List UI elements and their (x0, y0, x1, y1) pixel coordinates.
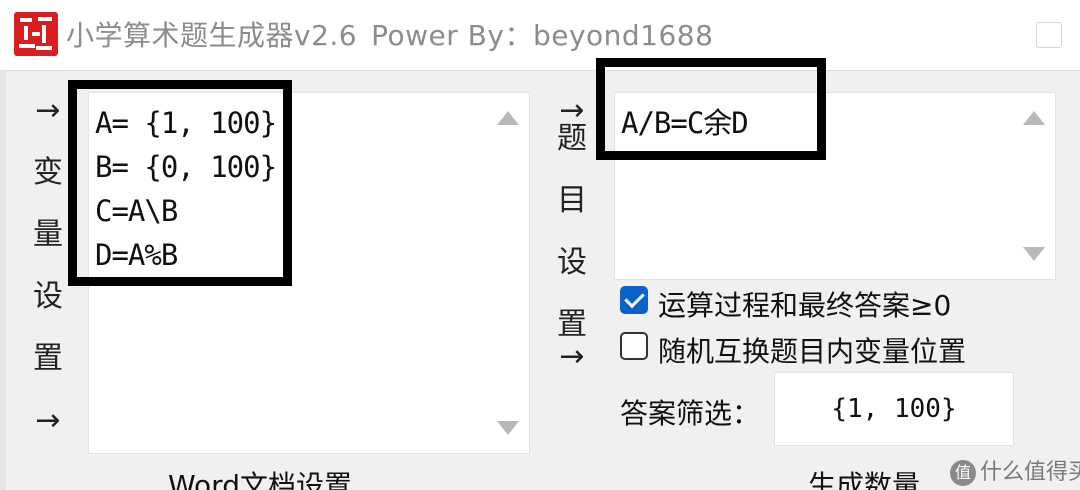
arrow-right-icon: → (559, 339, 585, 374)
app-logo-icon (14, 12, 58, 56)
swap-variables-checkbox[interactable] (620, 332, 648, 360)
nonnegative-checkbox[interactable] (620, 286, 648, 314)
watermark-logo-icon: 值 (950, 460, 976, 486)
arrow-right-icon: → (35, 93, 61, 128)
variables-vertical-label: → 变 量 设 置 → (28, 96, 68, 446)
answer-filter-input[interactable]: {1, 100} (774, 372, 1014, 446)
maximize-button[interactable] (1036, 22, 1062, 48)
scroll-down-arrow-icon[interactable] (1023, 247, 1045, 261)
answer-filter-label: 答案筛选： (620, 397, 761, 430)
power-by-text: Power By：beyond1688 (371, 19, 714, 52)
label-char: 置 (557, 307, 587, 342)
arrow-right-icon: → (35, 403, 61, 438)
word-settings-label: Word文档设置 (168, 469, 352, 490)
label-char: 设 (33, 279, 63, 314)
watermark-text: 什么值得买 (980, 460, 1080, 485)
variables-textarea[interactable]: A= {1, 100} B= {0, 100} C=A\B D=A%B (88, 92, 530, 454)
scroll-up-arrow-icon[interactable] (497, 111, 519, 125)
label-char: 置 (33, 341, 63, 376)
watermark: 值什么值得买 (950, 454, 1080, 486)
scroll-down-arrow-icon[interactable] (497, 421, 519, 435)
app-title: 小学算术题生成器v2.6 (66, 19, 358, 52)
label-char: 题 (557, 121, 587, 156)
swap-variables-option[interactable]: 随机互换题目内变量位置 (620, 330, 1060, 368)
generate-count-label: 生成数量 (808, 469, 921, 490)
title-bar: 小学算术题生成器v2.6 Power By：beyond1688 (0, 0, 1080, 71)
scroll-up-arrow-icon[interactable] (1023, 111, 1045, 125)
nonnegative-label: 运算过程和最终答案≥0 (658, 289, 952, 322)
label-char: 量 (33, 217, 63, 252)
label-char: 目 (557, 183, 587, 218)
nonnegative-option[interactable]: 运算过程和最终答案≥0 (620, 284, 1060, 322)
question-text[interactable]: A/B=C余D (621, 101, 749, 145)
window-title: 小学算术题生成器v2.6 Power By：beyond1688 (66, 14, 727, 54)
variables-text[interactable]: A= {1, 100} B= {0, 100} C=A\B D=A%B (95, 101, 277, 277)
window-left-edge (0, 70, 6, 490)
question-vertical-label: → 题 目 设 置 → (552, 96, 592, 376)
swap-variables-label: 随机互换题目内变量位置 (658, 335, 967, 368)
label-char: 设 (557, 245, 587, 280)
label-char: 变 (33, 155, 63, 190)
question-textarea[interactable]: A/B=C余D (614, 92, 1056, 280)
